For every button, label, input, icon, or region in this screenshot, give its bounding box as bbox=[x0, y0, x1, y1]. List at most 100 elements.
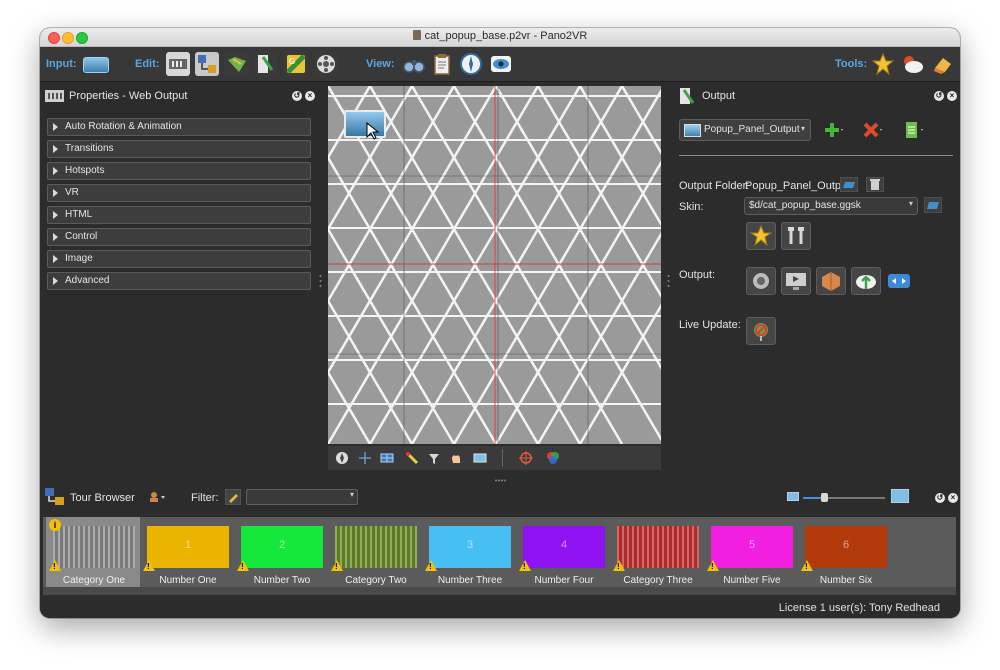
thumbnail-number: 6 bbox=[842, 539, 850, 551]
panorama-thumbnail[interactable] bbox=[53, 526, 135, 568]
delete-output-icon[interactable] bbox=[862, 121, 884, 139]
google-street-view-icon[interactable]: G bbox=[284, 52, 308, 76]
close-tour-icon[interactable]: × bbox=[948, 493, 958, 503]
input-panorama-icon[interactable] bbox=[83, 57, 109, 73]
color-correction-icon[interactable] bbox=[546, 451, 560, 465]
viewing-parameters-icon[interactable] bbox=[166, 52, 190, 76]
skin-editor-button[interactable] bbox=[746, 222, 776, 250]
properties-section[interactable]: HTML bbox=[47, 206, 311, 224]
skin-value: $d/cat_popup_base.ggsk bbox=[749, 200, 861, 211]
status-bar: License 1 user(s): Tony Redhead bbox=[40, 598, 960, 618]
map-edit-icon[interactable] bbox=[225, 52, 249, 76]
document-icon bbox=[412, 30, 421, 40]
panorama-viewer[interactable] bbox=[328, 86, 661, 444]
panorama-thumbnail[interactable]: 2 bbox=[241, 526, 323, 568]
chevron-down-icon: ▾ bbox=[800, 124, 805, 133]
hand-tool-icon[interactable] bbox=[449, 451, 463, 465]
open-skin-icon[interactable] bbox=[924, 197, 942, 213]
panorama-thumbnail[interactable]: 6 bbox=[805, 526, 887, 568]
export-arrows-icon[interactable] bbox=[888, 273, 910, 289]
thumbnail-label: Category Three bbox=[623, 575, 693, 586]
properties-section[interactable]: Advanced bbox=[47, 272, 311, 290]
viewer-toolbar bbox=[328, 446, 661, 470]
section-label: Auto Rotation & Animation bbox=[65, 121, 182, 132]
close-output-icon[interactable]: × bbox=[947, 91, 957, 101]
preview-screen-button[interactable] bbox=[781, 267, 811, 295]
section-label: HTML bbox=[65, 209, 93, 220]
properties-section[interactable]: Control bbox=[47, 228, 311, 246]
undock-tour-icon[interactable]: ↺ bbox=[935, 493, 945, 503]
properties-section[interactable]: Image bbox=[47, 250, 311, 268]
thumbnail-label: Number Four bbox=[534, 575, 594, 586]
point-hotspot-icon[interactable] bbox=[405, 451, 419, 465]
live-update-button[interactable] bbox=[746, 317, 776, 345]
output-folder-label: Output Folder: bbox=[679, 180, 750, 192]
undock-icon[interactable]: ↺ bbox=[292, 91, 302, 101]
output-settings-document-icon[interactable] bbox=[903, 121, 925, 139]
polygon-hotspot-icon[interactable] bbox=[427, 451, 441, 465]
splitter-handle-icon[interactable] bbox=[319, 274, 322, 288]
user-filter-icon[interactable] bbox=[148, 491, 166, 503]
preview-eye-icon[interactable] bbox=[489, 52, 513, 76]
open-folder-icon[interactable] bbox=[840, 177, 858, 192]
weather-cloud-icon[interactable] bbox=[901, 52, 925, 76]
hotspot-edit-icon[interactable] bbox=[254, 52, 278, 76]
properties-section[interactable]: Auto Rotation & Animation bbox=[47, 118, 311, 136]
output-profile-dropdown[interactable]: Popup_Panel_Output ▾ bbox=[679, 119, 811, 141]
thumbnail-number: 1 bbox=[184, 539, 192, 551]
magic-star-icon[interactable] bbox=[871, 52, 895, 76]
compass-icon[interactable] bbox=[459, 52, 483, 76]
panorama-thumbnail[interactable] bbox=[335, 526, 417, 568]
filter-tag-icon[interactable] bbox=[225, 489, 241, 505]
output-settings-button[interactable] bbox=[746, 267, 776, 295]
output-divider bbox=[679, 155, 953, 156]
undock-output-icon[interactable]: ↺ bbox=[934, 91, 944, 101]
panorama-thumbnail[interactable]: 5 bbox=[711, 526, 793, 568]
panorama-thumbnail[interactable] bbox=[617, 526, 699, 568]
tour-map-icon[interactable] bbox=[195, 52, 219, 76]
trash-icon[interactable] bbox=[866, 177, 884, 192]
package-export-button[interactable] bbox=[816, 267, 846, 295]
panorama-thumbnail[interactable]: 3 bbox=[429, 526, 511, 568]
add-output-icon[interactable] bbox=[823, 121, 845, 139]
target-icon[interactable] bbox=[519, 451, 533, 465]
expand-triangle-icon bbox=[53, 255, 58, 263]
expand-triangle-icon bbox=[53, 145, 58, 153]
section-label: Transitions bbox=[65, 143, 114, 154]
binoculars-icon[interactable] bbox=[402, 52, 426, 76]
grid-overlay-icon[interactable] bbox=[380, 451, 394, 465]
warning-icon bbox=[331, 560, 343, 571]
properties-section[interactable]: Transitions bbox=[47, 140, 311, 158]
license-text: License 1 user(s): Tony Redhead bbox=[778, 602, 940, 614]
panorama-thumbnail[interactable]: 1 bbox=[147, 526, 229, 568]
splitter-handle-right-icon[interactable] bbox=[667, 274, 670, 288]
eraser-tool-icon[interactable] bbox=[931, 52, 955, 76]
properties-section[interactable]: Hotspots bbox=[47, 162, 311, 180]
slider-handle[interactable] bbox=[821, 493, 828, 502]
thumbnail-label: Category One bbox=[62, 575, 126, 586]
filter-dropdown[interactable]: ▾ bbox=[246, 489, 358, 505]
thumbnail-scrollbar[interactable] bbox=[43, 587, 956, 595]
clipboard-icon[interactable] bbox=[430, 52, 454, 76]
expand-triangle-icon bbox=[53, 277, 58, 285]
properties-section[interactable]: VR bbox=[47, 184, 311, 202]
chevron-down-icon: ▾ bbox=[908, 199, 913, 208]
expand-triangle-icon bbox=[53, 233, 58, 241]
splitter-handle-horizontal-icon[interactable] bbox=[495, 479, 507, 482]
panorama-thumbnail[interactable]: 4 bbox=[523, 526, 605, 568]
filter-label: Filter: bbox=[191, 492, 219, 504]
upload-cloud-button[interactable] bbox=[851, 267, 881, 295]
edit-label: Edit: bbox=[135, 58, 160, 70]
thumbnail-number: 3 bbox=[466, 539, 474, 551]
panorama-icon bbox=[684, 124, 701, 137]
animation-film-icon[interactable] bbox=[314, 52, 338, 76]
crosshair-plus-icon[interactable] bbox=[358, 451, 372, 465]
close-icon[interactable]: × bbox=[305, 91, 315, 101]
cursor-arrow-icon bbox=[366, 122, 380, 140]
image-patch-icon[interactable] bbox=[473, 451, 487, 465]
section-label: VR bbox=[65, 187, 79, 198]
skin-tools-button[interactable] bbox=[781, 222, 811, 250]
compass-needle-icon[interactable] bbox=[335, 451, 349, 465]
section-label: Control bbox=[65, 231, 98, 242]
skin-dropdown[interactable]: $d/cat_popup_base.ggsk ▾ bbox=[744, 197, 918, 215]
